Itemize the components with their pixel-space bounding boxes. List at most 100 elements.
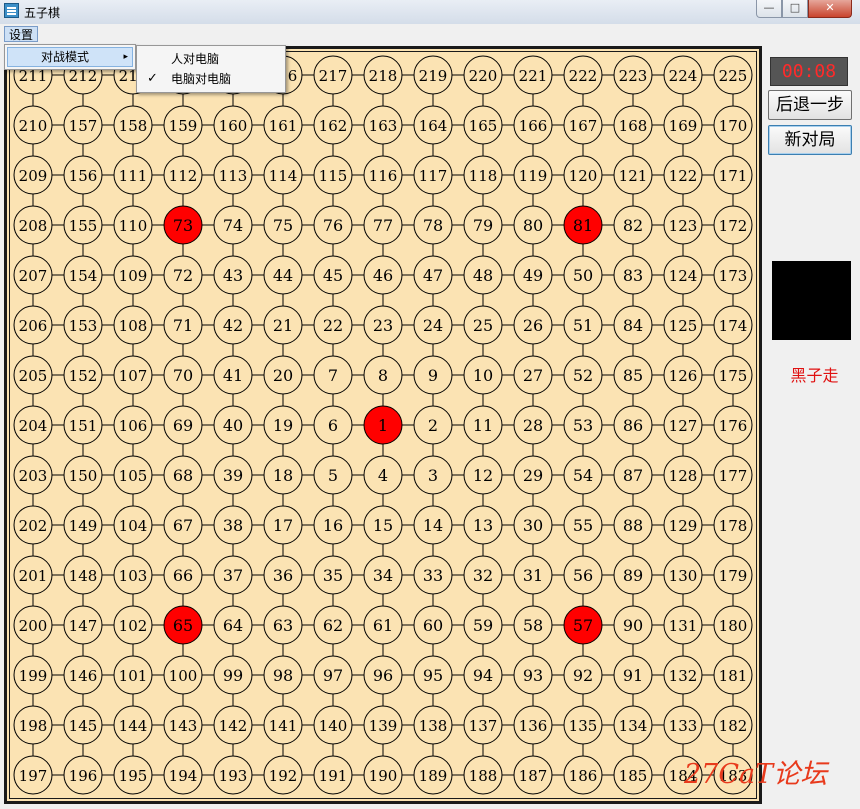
board-cell[interactable]: 143 bbox=[163, 705, 203, 745]
board-cell[interactable]: 8 bbox=[363, 355, 403, 395]
board-cell[interactable]: 103 bbox=[113, 555, 153, 595]
board-cell[interactable]: 25 bbox=[463, 305, 503, 345]
board-cell[interactable]: 132 bbox=[663, 655, 703, 695]
board-cell[interactable]: 109 bbox=[113, 255, 153, 295]
menu-settings[interactable]: 设置 bbox=[4, 26, 39, 42]
board-cell[interactable]: 122 bbox=[663, 155, 703, 195]
board-cell[interactable]: 35 bbox=[313, 555, 353, 595]
board-cell[interactable]: 223 bbox=[613, 55, 653, 95]
board-cell[interactable]: 174 bbox=[713, 305, 753, 345]
board-cell[interactable]: 121 bbox=[613, 155, 653, 195]
board-cell[interactable]: 147 bbox=[63, 605, 103, 645]
board-cell[interactable]: 170 bbox=[713, 105, 753, 145]
board-cell[interactable]: 86 bbox=[613, 405, 653, 445]
board-cell[interactable]: 116 bbox=[363, 155, 403, 195]
minimize-button[interactable]: — bbox=[756, 0, 782, 18]
board-cell[interactable]: 40 bbox=[213, 405, 253, 445]
board-cell[interactable]: 60 bbox=[413, 605, 453, 645]
board-cell[interactable]: 190 bbox=[363, 755, 403, 795]
board-cell[interactable]: 93 bbox=[513, 655, 553, 695]
board-cell[interactable]: 218 bbox=[363, 55, 403, 95]
board-cell[interactable]: 113 bbox=[213, 155, 253, 195]
board-cell[interactable]: 91 bbox=[613, 655, 653, 695]
board-cell[interactable]: 27 bbox=[513, 355, 553, 395]
board-cell[interactable]: 164 bbox=[413, 105, 453, 145]
board-cell[interactable]: 5 bbox=[313, 455, 353, 495]
board-cell[interactable]: 205 bbox=[13, 355, 53, 395]
board-cell[interactable]: 107 bbox=[113, 355, 153, 395]
board-cell[interactable]: 24 bbox=[413, 305, 453, 345]
board-cell[interactable]: 62 bbox=[313, 605, 353, 645]
board-cell[interactable]: 84 bbox=[613, 305, 653, 345]
board-cell[interactable]: 204 bbox=[13, 405, 53, 445]
menu-item-battle-mode[interactable]: 对战模式 ▸ bbox=[7, 47, 133, 67]
board-cell[interactable]: 199 bbox=[13, 655, 53, 695]
board-cell[interactable]: 34 bbox=[363, 555, 403, 595]
board-cell[interactable]: 118 bbox=[463, 155, 503, 195]
board-cell[interactable]: 115 bbox=[313, 155, 353, 195]
board-cell[interactable]: 32 bbox=[463, 555, 503, 595]
board-cell[interactable]: 131 bbox=[663, 605, 703, 645]
board-cell[interactable]: 123 bbox=[663, 205, 703, 245]
board-cell[interactable]: 78 bbox=[413, 205, 453, 245]
board-cell[interactable]: 13 bbox=[463, 505, 503, 545]
board-cell[interactable]: 59 bbox=[463, 605, 503, 645]
board-cell[interactable]: 33 bbox=[413, 555, 453, 595]
board-grid[interactable]: 2112122132142152162172182192202212222232… bbox=[7, 49, 759, 801]
board-cell[interactable]: 210 bbox=[13, 105, 53, 145]
board-cell[interactable]: 100 bbox=[163, 655, 203, 695]
board-cell-highlighted[interactable]: 81 bbox=[563, 205, 603, 245]
board-cell[interactable]: 203 bbox=[13, 455, 53, 495]
board-cell[interactable]: 105 bbox=[113, 455, 153, 495]
board-cell[interactable]: 2 bbox=[413, 405, 453, 445]
board-cell[interactable]: 148 bbox=[63, 555, 103, 595]
board-cell[interactable]: 70 bbox=[163, 355, 203, 395]
board-cell[interactable]: 55 bbox=[563, 505, 603, 545]
board-cell[interactable]: 125 bbox=[663, 305, 703, 345]
board-cell[interactable]: 42 bbox=[213, 305, 253, 345]
board-cell[interactable]: 92 bbox=[563, 655, 603, 695]
board-cell[interactable]: 18 bbox=[263, 455, 303, 495]
board-cell[interactable]: 167 bbox=[563, 105, 603, 145]
board-cell[interactable]: 82 bbox=[613, 205, 653, 245]
board-cell[interactable]: 152 bbox=[63, 355, 103, 395]
board-cell[interactable]: 63 bbox=[263, 605, 303, 645]
board-cell[interactable]: 156 bbox=[63, 155, 103, 195]
board-cell[interactable]: 20 bbox=[263, 355, 303, 395]
board-cell[interactable]: 151 bbox=[63, 405, 103, 445]
board-cell[interactable]: 136 bbox=[513, 705, 553, 745]
board-cell[interactable]: 39 bbox=[213, 455, 253, 495]
board-cell[interactable]: 160 bbox=[213, 105, 253, 145]
board-cell[interactable]: 186 bbox=[563, 755, 603, 795]
board-cell[interactable]: 172 bbox=[713, 205, 753, 245]
close-button[interactable]: ✕ bbox=[808, 0, 852, 18]
board-cell[interactable]: 178 bbox=[713, 505, 753, 545]
board-cell[interactable]: 85 bbox=[613, 355, 653, 395]
board-cell[interactable]: 94 bbox=[463, 655, 503, 695]
board-cell[interactable]: 7 bbox=[313, 355, 353, 395]
board-cell-highlighted[interactable]: 57 bbox=[563, 605, 603, 645]
board-cell[interactable]: 110 bbox=[113, 205, 153, 245]
board-cell[interactable]: 14 bbox=[413, 505, 453, 545]
menu-item-player-vs-computer[interactable]: 人对电脑 bbox=[139, 49, 283, 69]
board-cell[interactable]: 4 bbox=[363, 455, 403, 495]
undo-button[interactable]: 后退一步 bbox=[768, 90, 852, 120]
board-cell[interactable]: 197 bbox=[13, 755, 53, 795]
board-cell[interactable]: 108 bbox=[113, 305, 153, 345]
board-cell[interactable]: 68 bbox=[163, 455, 203, 495]
board-cell[interactable]: 194 bbox=[163, 755, 203, 795]
board-cell[interactable]: 95 bbox=[413, 655, 453, 695]
board-cell[interactable]: 10 bbox=[463, 355, 503, 395]
board-cell[interactable]: 221 bbox=[513, 55, 553, 95]
board-cell[interactable]: 16 bbox=[313, 505, 353, 545]
board-cell[interactable]: 69 bbox=[163, 405, 203, 445]
board-cell[interactable]: 99 bbox=[213, 655, 253, 695]
board-cell[interactable]: 220 bbox=[463, 55, 503, 95]
board-cell[interactable]: 158 bbox=[113, 105, 153, 145]
board-cell[interactable]: 48 bbox=[463, 255, 503, 295]
maximize-button[interactable]: □ bbox=[782, 0, 808, 18]
board-cell[interactable]: 90 bbox=[613, 605, 653, 645]
board-cell[interactable]: 195 bbox=[113, 755, 153, 795]
board-cell[interactable]: 201 bbox=[13, 555, 53, 595]
board-cell[interactable]: 52 bbox=[563, 355, 603, 395]
